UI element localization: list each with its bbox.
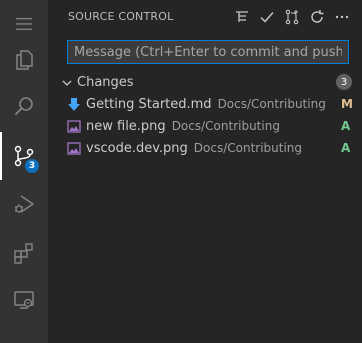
branch-button[interactable] bbox=[283, 8, 300, 25]
more-actions-icon bbox=[335, 15, 348, 18]
activity-extensions[interactable] bbox=[0, 229, 48, 277]
file-row[interactable]: new file.png Docs/Contributing A bbox=[48, 116, 362, 138]
file-name: Getting Started.md bbox=[86, 97, 212, 112]
added-status: A bbox=[341, 141, 351, 155]
activity-source-control[interactable]: 3 bbox=[0, 132, 48, 180]
commit-check-icon bbox=[259, 11, 274, 23]
changes-group-header[interactable]: Changes 3 bbox=[48, 72, 362, 94]
refresh-icon bbox=[310, 9, 323, 23]
chevron-down-icon bbox=[62, 80, 72, 86]
refresh-button[interactable] bbox=[308, 8, 325, 25]
run-and-debug-icon bbox=[15, 195, 34, 213]
activity-bar: 3 bbox=[0, 0, 48, 343]
image-file-icon bbox=[67, 120, 81, 133]
commit-button[interactable] bbox=[258, 8, 275, 25]
remote-explorer-icon bbox=[14, 291, 34, 309]
changes-count-badge: 3 bbox=[336, 74, 352, 90]
more-actions-button[interactable] bbox=[333, 8, 350, 25]
search-icon bbox=[14, 97, 33, 116]
view-as-tree-button[interactable] bbox=[233, 8, 250, 25]
view-as-tree-icon bbox=[235, 10, 248, 22]
changes-label: Changes bbox=[77, 75, 134, 90]
commit-message-input[interactable] bbox=[67, 40, 349, 64]
panel-title: SOURCE CONTROL bbox=[68, 10, 174, 23]
added-status: A bbox=[341, 119, 351, 133]
file-row[interactable]: Getting Started.md Docs/Contributing M bbox=[48, 94, 362, 116]
source-control-panel: SOURCE CONTROL Message (Ctrl+Enter to co… bbox=[48, 0, 362, 343]
file-directory: Docs/Contributing bbox=[193, 141, 303, 155]
extensions-icon bbox=[14, 243, 33, 264]
activity-search[interactable] bbox=[0, 82, 48, 130]
hamburger-menu-icon bbox=[16, 18, 32, 30]
file-name: vscode.dev.png bbox=[86, 141, 188, 156]
markdown-file-icon bbox=[68, 98, 80, 111]
image-file-icon bbox=[67, 142, 81, 155]
file-row[interactable]: vscode.dev.png Docs/Contributing A bbox=[48, 138, 362, 160]
activity-run-debug[interactable] bbox=[0, 180, 48, 228]
file-directory: Docs/Contributing bbox=[217, 97, 326, 111]
explorer-icon bbox=[16, 50, 33, 70]
activity-remote-explorer[interactable] bbox=[0, 276, 48, 324]
file-directory: Docs/Contributing bbox=[171, 119, 280, 133]
panel-actions bbox=[233, 8, 350, 25]
branch-icon bbox=[285, 9, 298, 24]
modified-status: M bbox=[341, 97, 353, 111]
source-control-badge: 3 bbox=[25, 159, 39, 173]
activity-explorer[interactable] bbox=[0, 36, 48, 84]
file-name: new file.png bbox=[86, 119, 166, 134]
